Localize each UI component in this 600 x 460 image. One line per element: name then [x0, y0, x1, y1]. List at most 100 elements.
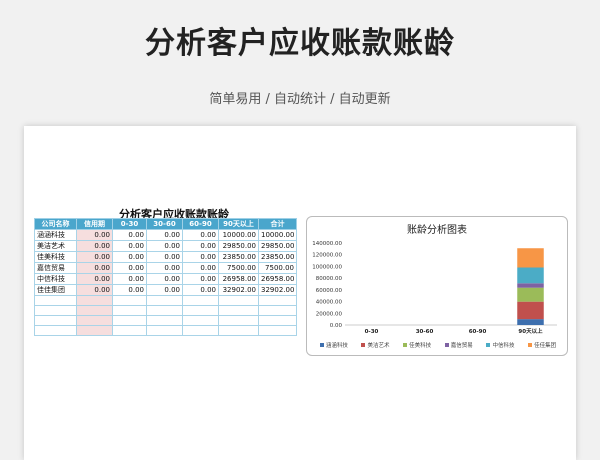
- legend-item: 佳佳集团: [528, 341, 556, 349]
- empty-cell[interactable]: [146, 305, 183, 316]
- column-header: 30-60: [146, 218, 183, 230]
- empty-cell[interactable]: [182, 325, 219, 336]
- page-subtitle: 简单易用 / 自动统计 / 自动更新: [209, 92, 391, 107]
- amount-cell[interactable]: 29850.00: [258, 240, 297, 252]
- empty-cell[interactable]: [112, 305, 147, 316]
- empty-cell[interactable]: [182, 315, 219, 326]
- empty-cell[interactable]: [218, 295, 259, 306]
- amount-cell[interactable]: 0.00: [76, 284, 113, 296]
- amount-cell[interactable]: 0.00: [76, 262, 113, 274]
- empty-cell[interactable]: [258, 295, 297, 306]
- legend-label: 佳美科技: [409, 343, 432, 349]
- empty-cell[interactable]: [34, 325, 77, 336]
- empty-cell[interactable]: [76, 315, 113, 326]
- amount-cell[interactable]: 0.00: [182, 251, 219, 263]
- y-tick-label: 20000.00: [316, 311, 343, 317]
- empty-cell[interactable]: [182, 295, 219, 306]
- column-header: 90天以上: [218, 218, 259, 230]
- amount-cell[interactable]: 0.00: [182, 240, 219, 252]
- aging-table: 公司名称 信用期 0-30 30-60 60-90 90天以上 合计 涵涵科技 0.00 0.0…: [34, 218, 297, 336]
- legend-swatch: [361, 343, 366, 347]
- chart-plot: 0.00 20000.00 40000.00 60000.00 80000.00 1000…: [312, 241, 557, 335]
- legend-item: 涵涵科技: [319, 341, 348, 349]
- bar-segment: [517, 301, 544, 320]
- amount-cell[interactable]: 23850.00: [258, 251, 297, 263]
- y-tick-label: 60000.00: [316, 288, 343, 294]
- amount-cell[interactable]: 29850.00: [218, 240, 259, 252]
- amount-cell[interactable]: 0.00: [146, 273, 183, 285]
- empty-cell[interactable]: [218, 325, 259, 336]
- legend-swatch: [486, 343, 491, 347]
- amount-cell[interactable]: 0.00: [182, 262, 219, 274]
- company-name-cell[interactable]: 中信科技: [34, 273, 77, 285]
- amount-cell[interactable]: 0.00: [146, 251, 183, 263]
- amount-cell[interactable]: 0.00: [112, 262, 147, 274]
- empty-cell[interactable]: [112, 295, 147, 306]
- empty-cell[interactable]: [34, 315, 77, 326]
- amount-cell[interactable]: 0.00: [182, 229, 219, 241]
- empty-cell[interactable]: [146, 315, 183, 326]
- empty-cell[interactable]: [218, 315, 259, 326]
- empty-cell[interactable]: [76, 325, 113, 336]
- amount-cell[interactable]: 0.00: [146, 262, 183, 274]
- amount-cell[interactable]: 10000.00: [218, 229, 259, 241]
- bar-segment: [517, 319, 544, 325]
- amount-cell[interactable]: 32902.00: [218, 284, 259, 296]
- amount-cell[interactable]: 10000.00: [258, 229, 297, 241]
- amount-cell[interactable]: 32902.00: [258, 284, 297, 296]
- table-row-empty: [34, 315, 297, 326]
- bar-segment: [517, 283, 544, 288]
- x-tick-label: 0-30: [365, 329, 379, 335]
- empty-cell[interactable]: [76, 295, 113, 306]
- company-name-cell[interactable]: 涵涵科技: [34, 229, 77, 241]
- empty-cell[interactable]: [34, 295, 77, 306]
- x-tick-label: 30-60: [416, 329, 434, 335]
- bar-segment: [517, 267, 544, 284]
- empty-cell[interactable]: [258, 305, 297, 316]
- table-row: 嘉信贸易 0.00 0.00 0.00 0.00 7500.00 7500.00: [34, 262, 297, 274]
- empty-cell[interactable]: [258, 315, 297, 326]
- amount-cell[interactable]: 7500.00: [258, 262, 297, 274]
- amount-cell[interactable]: 26958.00: [218, 273, 259, 285]
- company-name-cell[interactable]: 美洁艺术: [34, 240, 77, 252]
- legend-swatch: [403, 343, 408, 347]
- company-name-cell[interactable]: 佳佳集团: [34, 284, 77, 296]
- x-tick-label: 60-90: [469, 329, 487, 335]
- amount-cell[interactable]: 0.00: [76, 229, 113, 241]
- empty-cell[interactable]: [34, 305, 77, 316]
- column-header: 合计: [258, 218, 297, 230]
- column-header: 0-30: [112, 218, 147, 230]
- empty-cell[interactable]: [146, 325, 183, 336]
- spreadsheet-preview: 分析客户应收账款账龄 公司名称 信用期 0-30 30-60 60-90 90天以上 合计 …: [24, 126, 576, 460]
- empty-cell[interactable]: [218, 305, 259, 316]
- empty-cell[interactable]: [112, 315, 147, 326]
- amount-cell[interactable]: 0.00: [112, 284, 147, 296]
- amount-cell[interactable]: 23850.00: [218, 251, 259, 263]
- amount-cell[interactable]: 26958.00: [258, 273, 297, 285]
- legend-label: 佳佳集团: [534, 343, 557, 349]
- amount-cell[interactable]: 0.00: [112, 251, 147, 263]
- empty-cell[interactable]: [182, 305, 219, 316]
- company-name-cell[interactable]: 嘉信贸易: [34, 262, 77, 274]
- amount-cell[interactable]: 0.00: [76, 273, 113, 285]
- amount-cell[interactable]: 0.00: [146, 229, 183, 241]
- company-name-cell[interactable]: 佳美科技: [34, 251, 77, 263]
- amount-cell[interactable]: 7500.00: [218, 262, 259, 274]
- empty-cell[interactable]: [258, 325, 297, 336]
- amount-cell[interactable]: 0.00: [146, 284, 183, 296]
- amount-cell[interactable]: 0.00: [146, 240, 183, 252]
- bar-segment: [517, 287, 544, 302]
- column-header: 60-90: [182, 218, 219, 230]
- empty-cell[interactable]: [146, 295, 183, 306]
- empty-cell[interactable]: [76, 305, 113, 316]
- amount-cell[interactable]: 0.00: [112, 240, 147, 252]
- empty-cell[interactable]: [112, 325, 147, 336]
- amount-cell[interactable]: 0.00: [112, 229, 147, 241]
- amount-cell[interactable]: 0.00: [76, 240, 113, 252]
- amount-cell[interactable]: 0.00: [76, 251, 113, 263]
- amount-cell[interactable]: 0.00: [182, 273, 219, 285]
- legend-item: 美洁艺术: [361, 341, 389, 349]
- amount-cell[interactable]: 0.00: [112, 273, 147, 285]
- amount-cell[interactable]: 0.00: [182, 284, 219, 296]
- table-row: 美洁艺术 0.00 0.00 0.00 0.00 29850.00 29850.00: [34, 240, 297, 252]
